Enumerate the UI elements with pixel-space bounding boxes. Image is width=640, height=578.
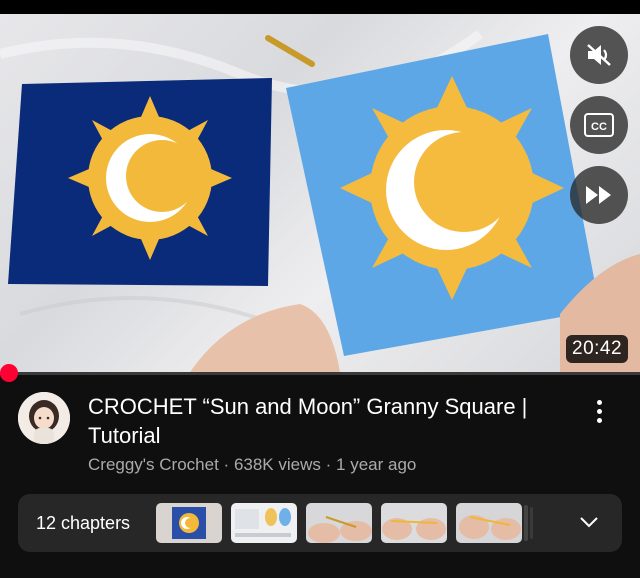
chapter-thumbnail[interactable] <box>456 503 522 543</box>
chapter-thumbnail[interactable] <box>156 503 222 543</box>
chapter-thumbnail[interactable] <box>381 503 447 543</box>
fast-forward-icon <box>586 186 611 204</box>
chevron-down-icon[interactable] <box>578 511 600 533</box>
closed-captions-icon: CC <box>584 113 614 137</box>
navy-granny-square <box>8 78 272 286</box>
video-title[interactable]: CROCHET “Sun and Moon” Granny Square | T… <box>88 392 578 450</box>
more-chapters-stack <box>530 507 533 539</box>
upload-age: 1 year ago <box>336 455 417 474</box>
view-count: 638K views <box>233 455 321 474</box>
chapters-panel[interactable]: 12 chapters <box>18 494 622 552</box>
progress-bar[interactable] <box>0 372 640 375</box>
video-meta: Creggy's Crochet · 638K views · 1 year a… <box>88 455 416 475</box>
progress-scrubber[interactable] <box>0 364 18 382</box>
meta-separator: · <box>223 455 230 474</box>
status-bar <box>0 0 640 14</box>
mute-button[interactable] <box>570 26 628 84</box>
captions-label: CC <box>591 121 607 133</box>
video-player[interactable]: CC 20:42 <box>0 14 640 372</box>
video-duration: 20:42 <box>566 335 629 363</box>
more-options-button[interactable] <box>585 394 613 428</box>
channel-avatar[interactable] <box>18 392 70 444</box>
skip-forward-button[interactable] <box>570 166 628 224</box>
meta-separator: · <box>325 455 332 474</box>
video-thumbnail <box>0 29 640 372</box>
chapter-thumbnail[interactable] <box>231 503 297 543</box>
chapters-count: 12 chapters <box>36 513 131 533</box>
captions-button[interactable]: CC <box>570 96 628 154</box>
more-chapters-stack <box>524 505 528 541</box>
speaker-muted-icon <box>587 44 611 66</box>
channel-name[interactable]: Creggy's Crochet <box>88 455 219 474</box>
blue-granny-square <box>286 34 600 356</box>
avatar-illustration <box>18 392 70 444</box>
chapter-thumbnail[interactable] <box>306 503 372 543</box>
more-vertical-icon <box>596 399 602 405</box>
